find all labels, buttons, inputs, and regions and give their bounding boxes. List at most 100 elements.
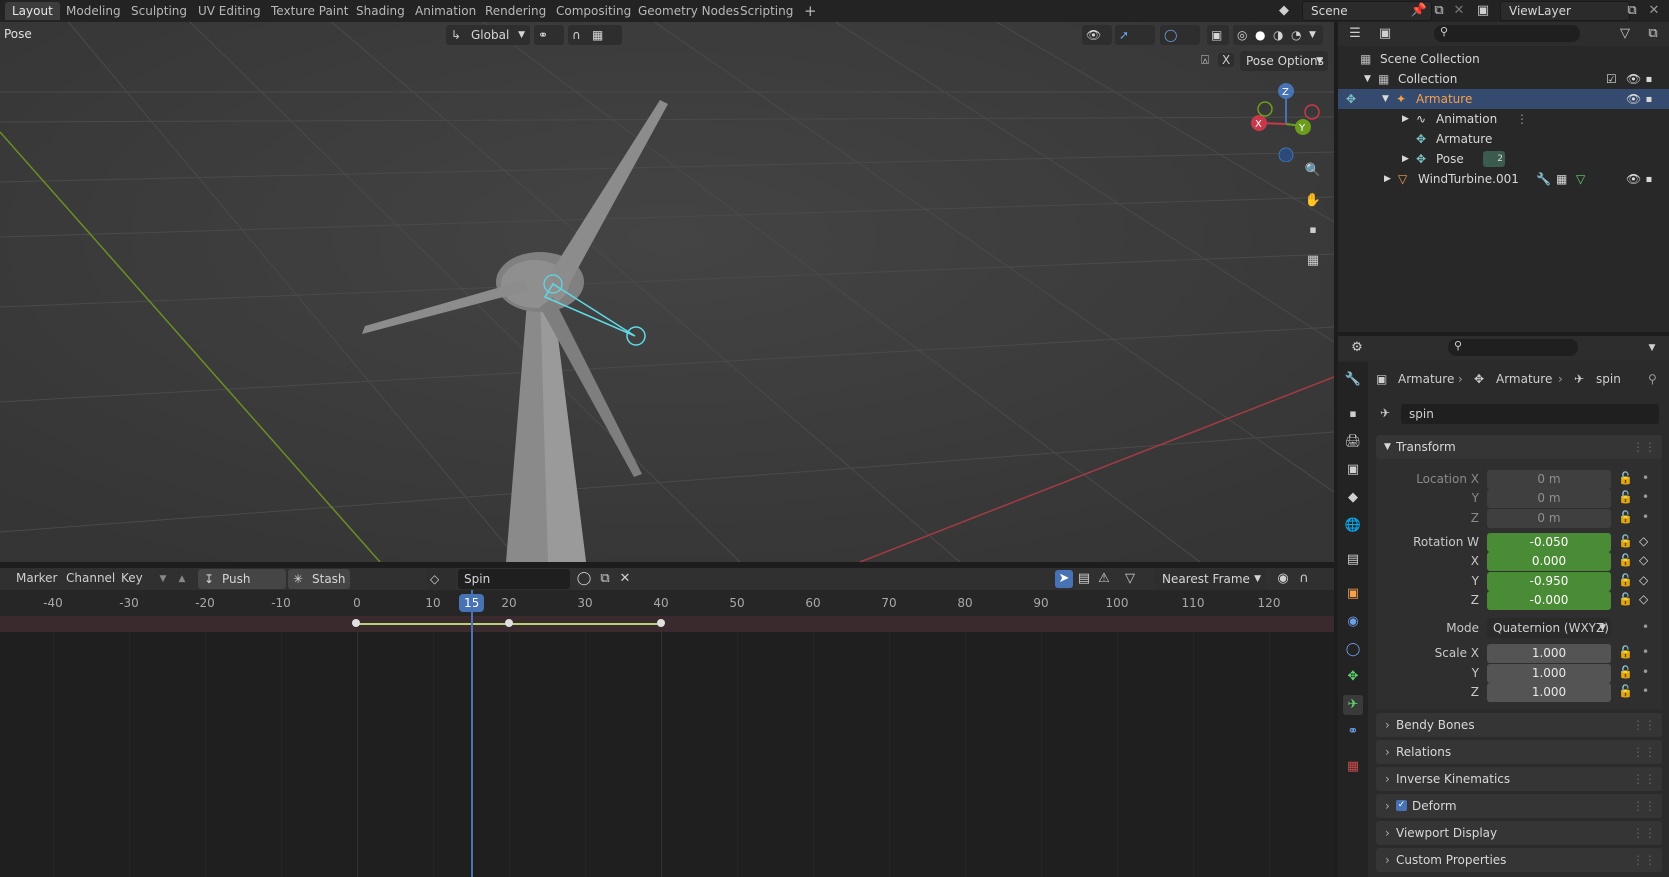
chevron-down-icon[interactable]: ▼: [1643, 339, 1661, 357]
keyframe-diamond-icon[interactable]: ◇: [1639, 592, 1648, 606]
xray-toggle[interactable]: ▣: [1207, 25, 1229, 45]
scale-x-field[interactable]: 1.000: [1487, 644, 1611, 663]
rotation-z-field[interactable]: -0.000: [1487, 591, 1611, 610]
view-layer-selector[interactable]: ViewLayer: [1500, 1, 1630, 21]
pose-options-dropdown[interactable]: Pose Options ▼: [1240, 51, 1328, 71]
scale-z-field[interactable]: 1.000: [1487, 683, 1611, 702]
bendy-bones-panel[interactable]: › Bendy Bones ⋮⋮: [1376, 713, 1662, 737]
collection-tab-icon[interactable]: ▤: [1343, 550, 1363, 570]
keyframe-dot-icon[interactable]: •: [1642, 684, 1649, 698]
rendered-shading-icon[interactable]: ◔: [1291, 25, 1301, 45]
expand-arrow-icon[interactable]: ▶: [1384, 169, 1391, 189]
menu-key[interactable]: Key: [121, 571, 143, 585]
checkbox-icon[interactable]: ☑: [1606, 69, 1617, 89]
frame-ruler[interactable]: -40 -30 -20 -10 0 10 20 30 40 50 60 70 8…: [0, 590, 1334, 616]
keyframe-diamond-icon[interactable]: ◇: [1639, 553, 1648, 567]
custom-properties-panel[interactable]: › Custom Properties ⋮⋮: [1376, 848, 1662, 872]
deform-panel[interactable]: › ✓ Deform ⋮⋮: [1376, 794, 1662, 818]
scale-y-field[interactable]: 1.000: [1487, 664, 1611, 683]
mode-label[interactable]: Pose: [4, 27, 32, 41]
gizmo-toggle[interactable]: ➚: [1115, 25, 1155, 45]
location-y-field[interactable]: 0 m: [1487, 489, 1611, 508]
tab-shading[interactable]: Shading: [349, 2, 412, 20]
solid-shading-icon[interactable]: ●: [1255, 25, 1265, 45]
lock-icon[interactable]: 🔓: [1618, 592, 1633, 606]
outliner-row-windturbine[interactable]: ▶ ▽ WindTurbine.001 🔧 ▦ ▽ 👁 ⏹: [1338, 169, 1669, 189]
tab-animation[interactable]: Animation: [408, 2, 483, 20]
zoom-icon[interactable]: 🔍: [1304, 162, 1322, 180]
push-down-button[interactable]: ↧ Push Down: [198, 569, 286, 606]
expand-arrow-icon[interactable]: ▶: [1402, 149, 1409, 169]
view-layer-tab-icon[interactable]: ▣: [1343, 460, 1363, 480]
keyframe-dot-icon[interactable]: •: [1642, 665, 1649, 679]
unlink-action-icon[interactable]: ✕: [616, 570, 634, 588]
outliner-row-scene-collection[interactable]: ▦ Scene Collection: [1338, 49, 1669, 69]
rotation-x-field[interactable]: 0.000: [1487, 552, 1611, 571]
physics-tab-icon[interactable]: ◉: [1343, 612, 1363, 632]
overlays-toggle[interactable]: ◯: [1160, 25, 1200, 45]
playhead-line[interactable]: [471, 590, 473, 877]
pin-icon[interactable]: ⚲: [1648, 369, 1657, 389]
lock-icon[interactable]: 🔓: [1618, 534, 1633, 548]
delete-scene-icon[interactable]: ✕: [1450, 2, 1468, 20]
grid-view-icon[interactable]: ▦: [1304, 252, 1322, 270]
view-layer-icon[interactable]: ▣: [1474, 2, 1492, 20]
drag-handle-icon[interactable]: ⋮⋮: [1632, 740, 1656, 764]
lock-icon[interactable]: 🔓: [1618, 471, 1633, 485]
warning-icon[interactable]: ⚠: [1095, 570, 1113, 588]
bone-constraints-tab-icon[interactable]: ⚭: [1343, 722, 1363, 742]
keyframe-diamond-icon[interactable]: ◇: [1639, 534, 1648, 548]
wireframe-shading-icon[interactable]: ◎: [1237, 25, 1247, 45]
keyframe-dot-icon[interactable]: •: [1642, 645, 1649, 659]
3d-viewport[interactable]: Pose ↳ Global ▼ ⚭ ∩ ▦ 👁 ➚ ◯ ▣ ◎ ● ◑ ◔ ▼ …: [0, 22, 1334, 562]
tab-compositing[interactable]: Compositing: [549, 2, 638, 20]
editor-type-icon[interactable]: ⚙: [1348, 339, 1366, 357]
tab-scripting[interactable]: Scripting: [733, 2, 800, 20]
x-mirror-toggle[interactable]: X: [1218, 53, 1235, 67]
scene-icon[interactable]: ◆: [1275, 2, 1293, 20]
keyframe[interactable]: [352, 619, 360, 627]
eye-icon[interactable]: 👁: [1626, 69, 1641, 89]
armature-data-tab-icon[interactable]: ✥: [1343, 667, 1363, 687]
properties-search-input[interactable]: ⚲: [1448, 339, 1578, 356]
keyframe-dot-icon[interactable]: •: [1642, 471, 1649, 485]
filter-icon[interactable]: ▽: [1121, 570, 1139, 588]
box-select-icon[interactable]: ▤: [1075, 570, 1093, 588]
outliner-row-collection[interactable]: ▼ ▦ Collection ☑ 👁 ⏹: [1338, 69, 1669, 89]
expand-arrow-icon[interactable]: ▶: [1402, 109, 1409, 129]
outliner-row-animation[interactable]: ▶ ∿ Animation ⋮: [1338, 109, 1669, 129]
inverse-kinematics-panel[interactable]: › Inverse Kinematics ⋮⋮: [1376, 767, 1662, 791]
drag-handle-icon[interactable]: ⋮⋮: [1632, 821, 1656, 845]
nla-strips-area[interactable]: [0, 590, 1334, 877]
drag-handle-icon[interactable]: ⋮⋮: [1632, 713, 1656, 737]
delete-view-layer-icon[interactable]: ✕: [1645, 2, 1663, 20]
deform-checkbox[interactable]: ✓: [1396, 800, 1407, 811]
tab-geometry-nodes[interactable]: Geometry Nodes: [631, 2, 746, 20]
relations-panel[interactable]: › Relations ⋮⋮: [1376, 740, 1662, 764]
action-name-field[interactable]: Spin: [458, 569, 570, 589]
expand-arrow-icon[interactable]: ▼: [1364, 69, 1371, 89]
render-tab-icon[interactable]: ⏹: [1343, 405, 1363, 425]
lock-icon[interactable]: 🔓: [1618, 510, 1633, 524]
rotation-y-field[interactable]: -0.950: [1487, 572, 1611, 591]
pivot-point-dropdown[interactable]: ⚭: [534, 25, 564, 45]
viewport-display-panel[interactable]: › Viewport Display ⋮⋮: [1376, 821, 1662, 845]
keyframe[interactable]: [657, 619, 665, 627]
drag-handle-icon[interactable]: ⋮⋮: [1632, 435, 1656, 459]
keyframe-dot-icon[interactable]: •: [1642, 620, 1649, 634]
tab-modeling[interactable]: Modeling: [59, 2, 128, 20]
object-constraints-tab-icon[interactable]: ◯: [1343, 640, 1363, 660]
keyframe[interactable]: [505, 619, 513, 627]
snap-mode-dropdown[interactable]: Nearest Frame ▼: [1154, 569, 1266, 589]
lock-icon[interactable]: 🔓: [1618, 573, 1633, 587]
snap-settings[interactable]: ∩ ▦: [568, 25, 622, 45]
drag-handle-icon[interactable]: ⋮⋮: [1632, 794, 1656, 818]
rotation-w-field[interactable]: -0.050: [1487, 533, 1611, 552]
add-workspace-button[interactable]: +: [797, 2, 824, 20]
menu-channel[interactable]: Channel: [66, 571, 115, 585]
proportional-icon[interactable]: ◉: [1274, 570, 1292, 588]
pose-mirror-icon[interactable]: ⍓: [1196, 52, 1214, 70]
lock-icon[interactable]: 🔓: [1618, 665, 1633, 679]
pin-icon[interactable]: 📌: [1410, 2, 1428, 20]
new-view-layer-icon[interactable]: ⧉: [1623, 2, 1641, 20]
